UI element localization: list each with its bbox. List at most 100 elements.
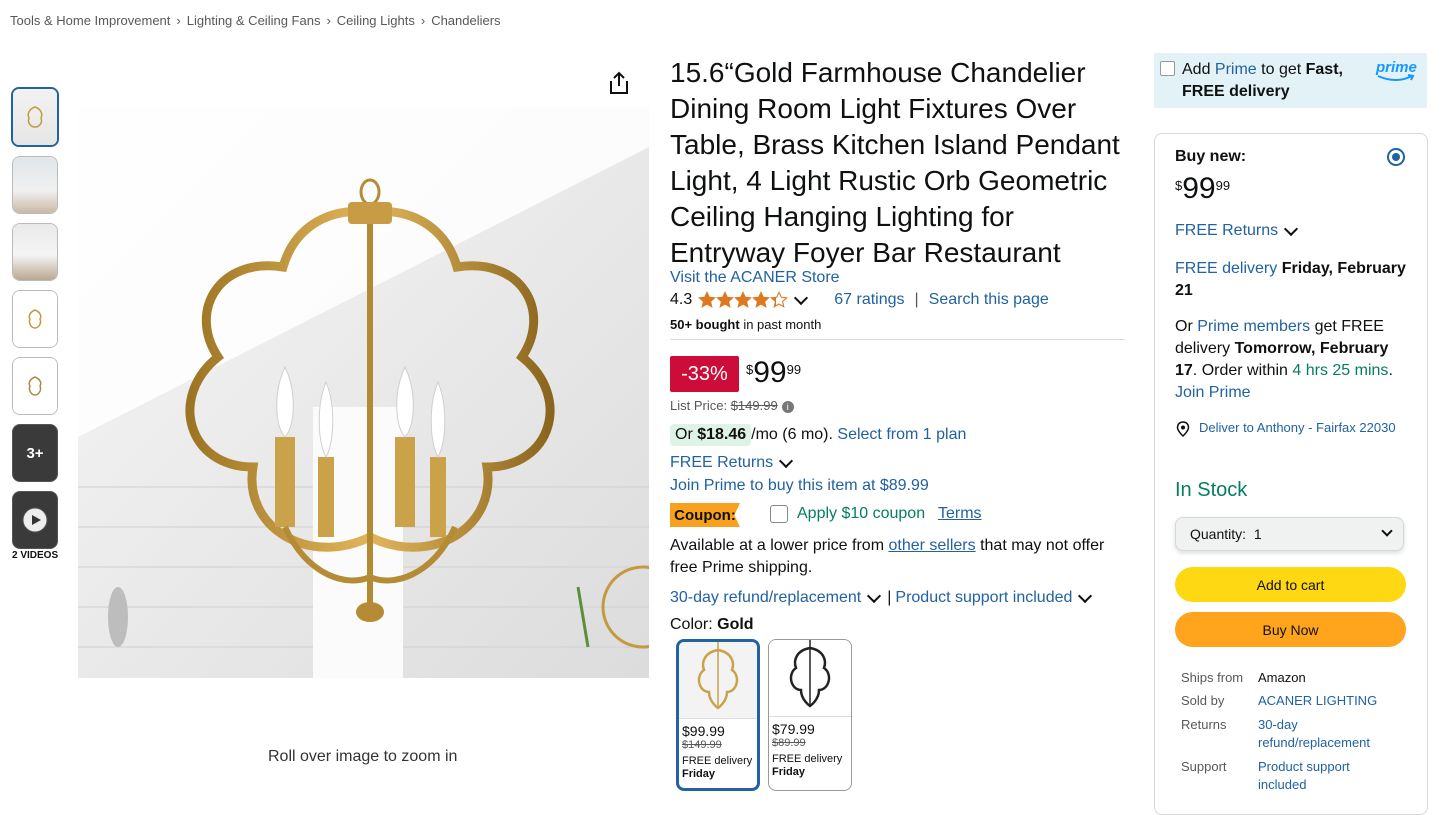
breadcrumb-separator: ›	[420, 13, 426, 28]
join-prime-offer-link[interactable]: Join Prime to buy this item at $89.99	[670, 477, 929, 495]
refund-row: 30-day refund/replacement | Product suppor…	[670, 588, 1098, 607]
chevron-down-icon[interactable]	[1284, 221, 1299, 237]
coupon-checkbox[interactable]	[770, 505, 788, 523]
support-label: Support	[1181, 759, 1227, 774]
store-link[interactable]: Visit the ACANER Store	[670, 269, 840, 287]
join-prime-link[interactable]: Join Prime	[1175, 384, 1251, 401]
ratings-count-link[interactable]: 67 ratings	[834, 291, 904, 309]
star-icon	[734, 291, 753, 308]
price-whole: 99	[753, 356, 787, 389]
prime-logo: prime	[1376, 59, 1417, 82]
support-info-link[interactable]: Product support included	[1258, 758, 1398, 794]
prime-banner-text: Add Prime to get Fast, FREE delivery	[1182, 59, 1357, 103]
thumbnail-2[interactable]	[12, 156, 58, 214]
swatch-delivery-day: Friday	[772, 766, 806, 778]
rating-number: 4.3	[670, 291, 693, 308]
breadcrumb-link[interactable]: Lighting & Ceiling Fans	[187, 13, 321, 28]
free-returns-link[interactable]: FREE Returns	[1175, 222, 1278, 240]
color-swatch-gold[interactable]: $99.99 $149.99 FREE delivery Friday	[676, 639, 760, 791]
prime-delivery-info: Or Prime members get FREE delivery Tomor…	[1175, 316, 1410, 404]
ships-from-value: Amazon	[1258, 670, 1306, 685]
select-plan-link[interactable]: Select from 1 plan	[837, 426, 966, 444]
add-prime-checkbox[interactable]	[1160, 61, 1175, 76]
monthly-prefix: Or	[675, 426, 698, 443]
color-value: Gold	[717, 616, 754, 633]
chandelier-thumb-icon	[28, 309, 42, 329]
thumbnail-4[interactable]	[12, 290, 58, 348]
prime-or: Or	[1175, 318, 1198, 335]
chandelier-thumb-icon	[28, 376, 42, 396]
returns-label: Returns	[1181, 717, 1227, 732]
chandelier-illustration	[78, 107, 649, 678]
prime-banner-mid: to get	[1256, 61, 1306, 78]
deliver-to-link[interactable]: Deliver to Anthony - Fairfax 22030	[1199, 418, 1399, 438]
share-icon[interactable]	[607, 70, 631, 96]
other-sellers-link[interactable]: other sellers	[888, 537, 975, 554]
buy-new-label: Buy new:	[1175, 148, 1247, 165]
monthly-suffix: /mo (6 mo).	[751, 426, 833, 443]
price-symbol: $	[746, 362, 754, 377]
stock-status: In Stock	[1175, 479, 1248, 501]
chevron-down-icon[interactable]	[779, 453, 794, 469]
thumbnail-more[interactable]: 3+	[12, 424, 58, 482]
delivery-info: FREE delivery Friday, February 21	[1175, 258, 1410, 302]
monthly-amount: $18.46	[697, 426, 747, 443]
free-delivery-link[interactable]: FREE delivery	[1175, 260, 1277, 277]
quantity-select[interactable]: Quantity: 1	[1175, 517, 1404, 551]
location-pin-icon	[1176, 421, 1190, 437]
lower-price-text: Available at a lower price from	[670, 537, 889, 554]
coupon-terms-link[interactable]: Terms	[938, 505, 982, 523]
info-icon[interactable]: i	[781, 400, 794, 413]
prime-logo-text: prime	[1376, 59, 1417, 76]
thumbnail-3[interactable]	[12, 223, 58, 281]
list-price-label: List Price:	[670, 398, 731, 413]
quantity-value: 1	[1253, 526, 1262, 542]
main-product-image[interactable]	[78, 107, 649, 678]
prime-period: .	[1388, 362, 1393, 379]
coupon-text[interactable]: Apply $10 coupon	[797, 505, 925, 523]
swatch-list-price: $149.99	[682, 739, 722, 751]
separator: |	[887, 589, 892, 606]
buy-new-radio[interactable]	[1387, 148, 1405, 166]
color-label-text: Color:	[670, 616, 718, 633]
prime-link[interactable]: Prime	[1215, 61, 1257, 78]
search-page-link[interactable]: Search this page	[929, 291, 1049, 309]
thumbnail-5[interactable]	[12, 357, 58, 415]
chandelier-gold-icon	[697, 642, 739, 710]
star-icon	[716, 291, 735, 308]
star-icon	[770, 291, 789, 308]
chevron-down-icon[interactable]	[1078, 588, 1093, 604]
star-rating[interactable]	[698, 291, 789, 309]
thumbnail-video[interactable]	[12, 491, 58, 549]
breadcrumb-link[interactable]: Ceiling Lights	[337, 13, 415, 28]
swatch-price: $99.99	[682, 723, 725, 739]
swatch-price: $79.99	[772, 721, 815, 737]
returns-link[interactable]: 30-day refund/replacement	[1258, 716, 1398, 752]
sold-by-link[interactable]: ACANER LIGHTING	[1258, 692, 1398, 710]
chevron-down-icon[interactable]	[867, 588, 882, 604]
product-title: 15.6“Gold Farmhouse Chandelier Dining Ro…	[670, 57, 1120, 268]
free-returns[interactable]: FREE Returns	[670, 453, 799, 472]
chevron-down-icon[interactable]	[794, 290, 809, 306]
buybox-free-returns[interactable]: FREE Returns	[1175, 221, 1304, 240]
star-icon	[698, 291, 717, 308]
star-icon	[752, 291, 771, 308]
free-returns-link[interactable]: FREE Returns	[670, 454, 773, 472]
price-symbol: $	[1175, 178, 1183, 193]
bought-count-bold: 50+ bought	[670, 317, 740, 332]
swatch-image	[769, 640, 851, 717]
thumbnail-1[interactable]	[11, 87, 59, 147]
price-fraction: 99	[786, 362, 802, 377]
breadcrumb-link[interactable]: Tools & Home Improvement	[10, 13, 170, 28]
swatch-image	[679, 642, 757, 719]
list-price: List Price: $149.99 i	[670, 398, 794, 413]
breadcrumb-link[interactable]: Chandeliers	[431, 13, 500, 28]
color-swatch-black[interactable]: $79.99 $89.99 FREE delivery Friday	[768, 639, 852, 791]
refund-link[interactable]: 30-day refund/replacement	[670, 589, 861, 607]
add-to-cart-button[interactable]: Add to cart	[1175, 567, 1406, 602]
support-link[interactable]: Product support included	[895, 589, 1072, 607]
prime-banner: Add Prime to get Fast, FREE delivery pri…	[1154, 53, 1427, 108]
prime-members-link[interactable]: Prime members	[1197, 318, 1310, 335]
monthly-box: Or $18.46	[670, 424, 752, 446]
buy-now-button[interactable]: Buy Now	[1175, 612, 1406, 647]
